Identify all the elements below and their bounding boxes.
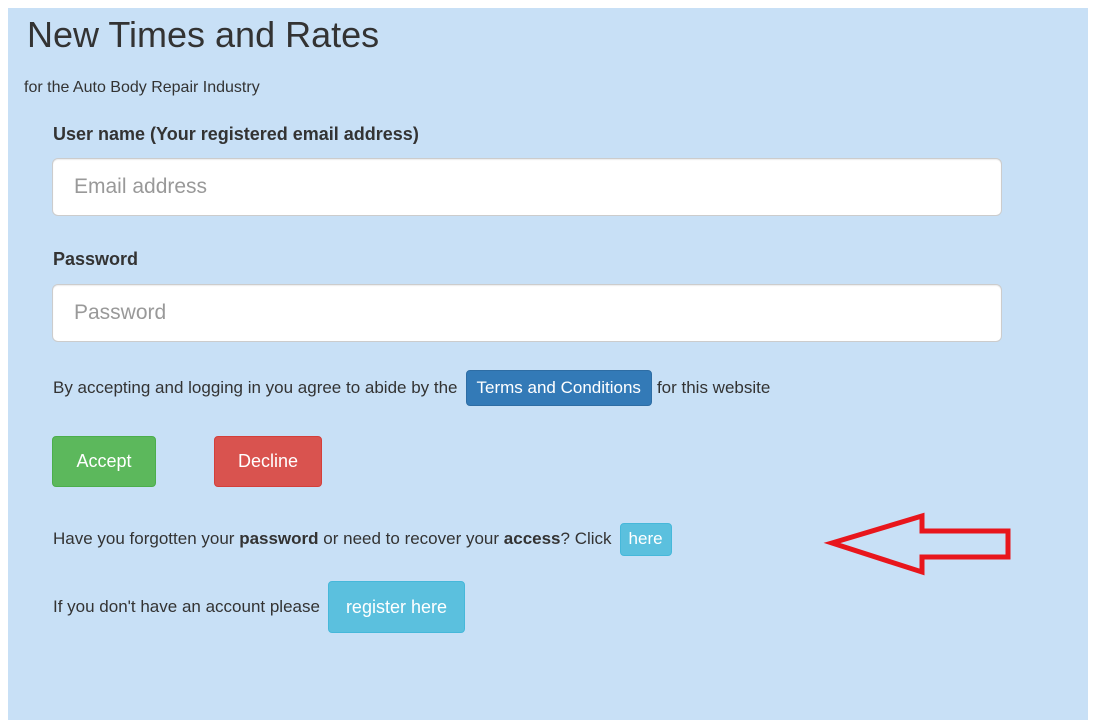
recovery-text-1: Have you forgotten your [53, 529, 235, 548]
terms-text-before: By accepting and logging in you agree to… [53, 378, 458, 397]
accept-button[interactable]: Accept [52, 436, 156, 487]
username-label: User name (Your registered email address… [53, 124, 419, 144]
recovery-bold-access: access [503, 529, 561, 548]
terms-statement: By accepting and logging in you agree to… [53, 369, 770, 407]
email-input[interactable] [52, 158, 1002, 216]
password-label: Password [53, 249, 139, 269]
page-title: New Times and Rates [27, 14, 380, 55]
terms-text-after: for this website [656, 378, 771, 397]
recovery-text-3: ? Click [560, 529, 612, 548]
recovery-bold-password: password [239, 529, 319, 548]
register-here-button[interactable]: register here [327, 581, 465, 633]
password-input[interactable] [52, 284, 1002, 342]
recover-here-button[interactable]: here [619, 522, 672, 556]
recovery-text-2: or need to recover your [323, 529, 500, 548]
register-text: If you don't have an account please [53, 597, 320, 616]
register-statement: If you don't have an account please regi… [53, 581, 465, 633]
decline-button[interactable]: Decline [214, 436, 322, 487]
terms-and-conditions-button[interactable]: Terms and Conditions [465, 370, 652, 406]
page-subtitle: for the Auto Body Repair Industry [24, 79, 260, 96]
recovery-statement: Have you forgotten your password or need… [53, 521, 672, 557]
